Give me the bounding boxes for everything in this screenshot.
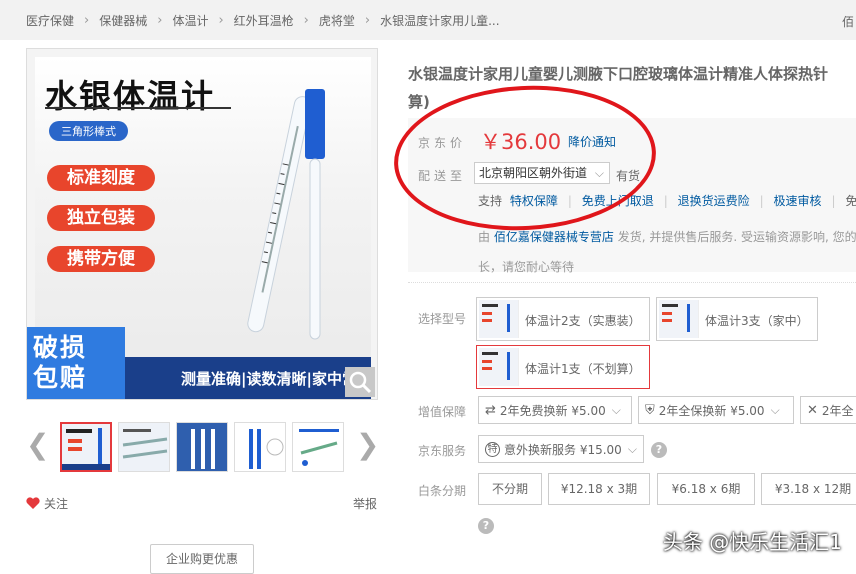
model-option-label: 体温计2支（实惠装） (525, 312, 641, 329)
feature-pill: 携带方便 (47, 246, 155, 272)
deliver-label: 配送至 (418, 167, 466, 184)
service-list: 支持 特权保障| 免费上门取退| 退换货运费险| 极速审核| 免运费 (478, 192, 856, 209)
service-item[interactable]: 极速审核 (774, 194, 822, 208)
help-icon[interactable]: ? (478, 518, 494, 534)
breadcrumb-item[interactable]: 水银温度计家用儿童... (380, 12, 499, 29)
report-link[interactable]: 举报 (353, 495, 377, 512)
banner-text: 测量准确|读数清晰|家中常 (181, 368, 357, 389)
chevron-left-icon[interactable]: ❮ (26, 428, 49, 461)
shipping-text: 发货, 并提供售后服务. 受运输资源影响, 您的 (618, 230, 856, 244)
special-icon: 特 (485, 442, 500, 457)
image-title: 水银体温计 (45, 71, 215, 117)
value-option[interactable]: ⛨ 2年全保换新 ¥5.00 ⌵ (638, 396, 794, 424)
service-item[interactable]: 免费上门取退 (582, 194, 654, 208)
breadcrumb-right[interactable]: 佰 (842, 13, 854, 30)
model-label: 选择型号 (418, 310, 466, 327)
model-option-label: 体温计3支（家中） (705, 312, 809, 329)
installment-option[interactable]: 不分期 (478, 473, 542, 505)
thermometer-illustration (223, 85, 343, 345)
title-underline (45, 107, 231, 109)
installment-option[interactable]: ¥6.18 x 6期 (657, 473, 755, 505)
option-thumbnail (479, 348, 519, 386)
title-line: 水银温度计家用儿童婴儿测腋下口腔玻璃体温计精准人体探热针 (408, 60, 856, 88)
product-title: 水银温度计家用儿童婴儿测腋下口腔玻璃体温计精准人体探热针 算) (408, 60, 856, 116)
value-option[interactable]: ⇄ 2年免费换新 ¥5.00 ⌵ (478, 396, 632, 424)
enterprise-purchase-button[interactable]: 企业购更优惠 (150, 544, 254, 574)
watermark: 头条 @快乐生活汇1 (663, 526, 842, 555)
address-selector[interactable]: 北京朝阳区朝外街道 ⌵ (474, 162, 610, 184)
chevron-right-icon: › (84, 13, 89, 28)
breadcrumb-item[interactable]: 体温计 (172, 12, 208, 29)
stock-status: 有货 (616, 167, 640, 184)
value-option-label: 2年全 (822, 402, 854, 419)
price-box: 京东价 ￥36.00 降价通知 配送至 北京朝阳区朝外街道 ⌵ 有货 支持 特权… (408, 118, 856, 272)
image-subtitle: 三角形棒式 (49, 121, 128, 141)
breadcrumb-item[interactable]: 虎将堂 (319, 12, 355, 29)
value-option[interactable]: ✕ 2年全 (800, 396, 856, 424)
chevron-right-icon: › (365, 13, 370, 28)
breadcrumb-item[interactable]: 医疗保健 (26, 12, 74, 29)
shop-name-link[interactable]: 佰亿嘉保健器械专营店 (494, 230, 614, 244)
thumbnail[interactable] (176, 422, 228, 472)
divider (408, 282, 856, 283)
service-item[interactable]: 免运费 (845, 194, 856, 208)
services-label: 支持 (478, 194, 502, 208)
follow-button[interactable]: 关注 (26, 495, 68, 512)
shipping-prefix: 由 (478, 230, 490, 244)
badge-line: 包赔 (33, 363, 87, 393)
chevron-right-icon: › (157, 13, 162, 28)
installment-label: 白条分期 (418, 482, 466, 499)
model-option-label: 体温计1支（不划算） (525, 360, 641, 377)
heart-icon (26, 497, 40, 510)
chevron-down-icon: ⌵ (595, 163, 604, 183)
thumbnail[interactable] (292, 422, 344, 472)
feature-pill: 独立包装 (47, 205, 155, 231)
thumbnail[interactable] (118, 422, 170, 472)
jd-service-label: 京东服务 (418, 442, 466, 459)
shipping-info: 由 佰亿嘉保健器械专营店 发货, 并提供售后服务. 受运输资源影响, 您的 长，… (478, 222, 856, 282)
value-label: 增值保障 (418, 403, 466, 420)
price-value: ￥36.00 (480, 126, 561, 156)
option-thumbnail (479, 300, 519, 338)
breadcrumb-item[interactable]: 红外耳温枪 (234, 12, 294, 29)
chevron-down-icon: ⌵ (612, 403, 621, 418)
price-notice-link[interactable]: 降价通知 (568, 133, 616, 150)
chevron-down-icon: ⌵ (771, 403, 780, 418)
jd-service-option[interactable]: 特 意外换新服务 ¥15.00 ⌵ (478, 435, 644, 463)
title-line: 算) (408, 88, 856, 116)
shield-icon: ⛨ (645, 403, 655, 418)
value-option-label: 2年全保换新 ¥5.00 (659, 402, 765, 419)
price-label: 京东价 (418, 134, 466, 151)
thumbnail[interactable] (234, 422, 286, 472)
service-item[interactable]: 退换货运费险 (678, 194, 750, 208)
help-icon[interactable]: ? (651, 442, 667, 458)
value-option-label: 2年免费换新 ¥5.00 (500, 402, 606, 419)
badge-line: 破损 (33, 333, 87, 363)
feature-pill: 标准刻度 (47, 165, 155, 191)
option-thumbnail (659, 300, 699, 338)
model-option[interactable]: 体温计2支（实惠装） (476, 297, 650, 341)
jd-service-value: 意外换新服务 ¥15.00 (504, 441, 622, 458)
chevron-down-icon: ⌵ (628, 442, 637, 457)
main-product-image[interactable]: 水银体温计 三角形棒式 标准刻度 独立包装 携带方便 测量准确|读数清晰|家中常… (26, 48, 378, 400)
chevron-right-icon[interactable]: ❯ (356, 428, 379, 461)
installment-option[interactable]: ¥12.18 x 3期 (548, 473, 650, 505)
breadcrumb: 医疗保健 › 保健器械 › 体温计 › 红外耳温枪 › 虎将堂 › 水银温度计家… (0, 0, 856, 40)
damage-badge-text: 破损 包赔 (33, 333, 87, 393)
follow-label: 关注 (44, 495, 68, 512)
chevron-right-icon: › (218, 13, 223, 28)
service-item[interactable]: 特权保障 (510, 194, 558, 208)
wrench-icon: ✕ (807, 403, 818, 418)
installment-option[interactable]: ¥3.18 x 12期 (761, 473, 856, 505)
breadcrumb-item[interactable]: 保健器械 (99, 12, 147, 29)
model-option[interactable]: 体温计3支（家中） (656, 297, 818, 341)
address-value: 北京朝阳区朝外街道 (479, 166, 587, 180)
exchange-icon: ⇄ (485, 403, 496, 418)
chevron-right-icon: › (304, 13, 309, 28)
thumbnail[interactable] (60, 422, 112, 472)
model-option[interactable]: 体温计1支（不划算） (476, 345, 650, 389)
shipping-text: 长，请您耐心等待 (478, 252, 856, 282)
magnifier-icon[interactable] (345, 367, 375, 397)
thumbnail-strip: ❮ ❯ (26, 418, 378, 476)
